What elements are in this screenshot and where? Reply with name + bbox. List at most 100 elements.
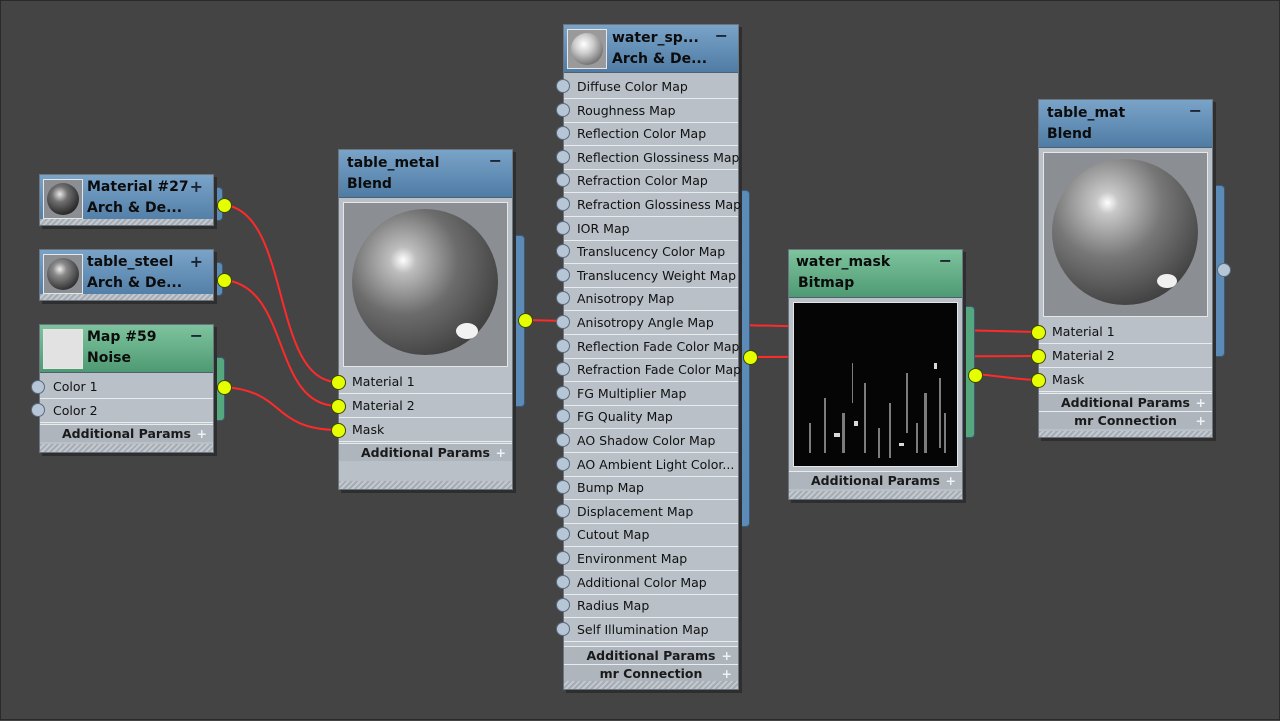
input-row[interactable]: Roughness Map bbox=[564, 99, 738, 123]
additional-params-rollout[interactable]: Additional Params + bbox=[1039, 393, 1212, 411]
input-socket[interactable] bbox=[556, 503, 570, 518]
node-material27[interactable]: Material #27 Arch & De... + bbox=[39, 174, 214, 226]
node-resize-handle[interactable] bbox=[40, 294, 213, 300]
input-row[interactable]: Refraction Color Map bbox=[564, 169, 738, 194]
node-water-sp[interactable]: water_sp... Arch & De... − Diffuse Color… bbox=[563, 24, 741, 690]
input-socket[interactable] bbox=[556, 551, 570, 565]
node-map59[interactable]: Map #59 Noise − Color 1 Color 2 Addition… bbox=[39, 324, 214, 453]
input-row-material-1[interactable]: Material 1 bbox=[339, 370, 512, 394]
input-socket-mask[interactable] bbox=[1031, 373, 1046, 388]
node-resize-handle[interactable] bbox=[40, 444, 213, 452]
input-row[interactable]: Reflection Fade Color Map bbox=[564, 335, 739, 359]
input-socket[interactable] bbox=[556, 267, 570, 282]
input-row[interactable]: Bump Map bbox=[564, 476, 738, 501]
node-resize-handle[interactable] bbox=[1039, 431, 1212, 437]
output-socket[interactable] bbox=[217, 198, 232, 213]
sphere-thumbnail bbox=[567, 29, 607, 69]
input-row[interactable]: FG Multiplier Map bbox=[564, 382, 738, 406]
input-socket[interactable] bbox=[556, 385, 570, 400]
input-row[interactable]: Environment Map bbox=[564, 547, 738, 571]
input-row[interactable]: Cutout Map bbox=[564, 523, 738, 548]
input-row[interactable]: Anisotropy Map bbox=[564, 287, 738, 312]
collapse-icon[interactable]: − bbox=[489, 153, 502, 169]
input-socket-color-1[interactable] bbox=[31, 380, 45, 394]
mr-connection-rollout[interactable]: mr Connection + bbox=[1039, 411, 1212, 429]
input-row-color-2[interactable]: Color 2 bbox=[40, 399, 213, 423]
input-socket[interactable] bbox=[556, 433, 570, 447]
input-row[interactable]: Anisotropy Angle Map bbox=[564, 311, 738, 335]
output-socket[interactable] bbox=[743, 350, 758, 365]
input-socket-material-1[interactable] bbox=[331, 375, 346, 390]
additional-params-rollout[interactable]: Additional Params + bbox=[339, 443, 512, 461]
output-socket[interactable] bbox=[217, 273, 232, 288]
input-row[interactable]: Translucency Weight Map bbox=[564, 264, 738, 288]
input-row[interactable]: Self Illumination Map bbox=[564, 618, 738, 642]
input-row[interactable]: Diffuse Color Map bbox=[564, 75, 738, 99]
node-title: table_steel bbox=[87, 254, 174, 270]
input-row[interactable]: Translucency Color Map bbox=[564, 240, 738, 265]
collapse-icon[interactable]: − bbox=[939, 253, 952, 269]
collapse-icon[interactable]: − bbox=[715, 28, 728, 44]
input-socket-material-2[interactable] bbox=[1031, 349, 1046, 364]
additional-params-rollout[interactable]: Additional Params + bbox=[789, 471, 962, 489]
input-row[interactable]: IOR Map bbox=[564, 217, 738, 241]
input-socket[interactable] bbox=[556, 338, 570, 353]
input-row-color-1[interactable]: Color 1 bbox=[40, 375, 213, 399]
collapse-icon[interactable]: − bbox=[190, 328, 203, 344]
output-socket[interactable] bbox=[518, 313, 533, 328]
node-resize-handle[interactable] bbox=[339, 481, 512, 489]
mr-connection-rollout[interactable]: mr Connection + bbox=[564, 664, 738, 682]
input-socket[interactable] bbox=[556, 456, 570, 471]
node-resize-handle[interactable] bbox=[564, 681, 738, 689]
node-table-metal[interactable]: table_metal Blend − Material 1 Material … bbox=[338, 149, 513, 490]
input-row[interactable]: Radius Map bbox=[564, 594, 738, 619]
bitmap-preview bbox=[793, 302, 958, 467]
input-row[interactable]: Refraction Glossiness Map bbox=[564, 193, 741, 217]
input-row[interactable]: FG Quality Map bbox=[564, 405, 738, 430]
input-socket[interactable] bbox=[556, 315, 570, 329]
input-socket[interactable] bbox=[556, 79, 570, 93]
input-row-mask[interactable]: Mask bbox=[339, 418, 512, 442]
input-socket-color-2[interactable] bbox=[31, 403, 45, 417]
node-resize-handle[interactable] bbox=[40, 219, 213, 225]
input-row[interactable]: AO Shadow Color Map bbox=[564, 429, 738, 453]
input-socket[interactable] bbox=[556, 220, 570, 235]
additional-params-rollout[interactable]: Additional Params + bbox=[40, 424, 213, 442]
input-socket[interactable] bbox=[556, 197, 570, 211]
additional-params-rollout[interactable]: Additional Params + bbox=[564, 646, 738, 664]
input-socket-mask[interactable] bbox=[331, 423, 346, 438]
input-row[interactable]: Refraction Fade Color Map bbox=[564, 358, 741, 383]
collapse-icon[interactable]: − bbox=[1189, 103, 1202, 119]
output-socket[interactable] bbox=[217, 380, 232, 395]
input-socket[interactable] bbox=[556, 574, 570, 589]
input-row-material-2[interactable]: Material 2 bbox=[339, 394, 512, 418]
expand-icon[interactable]: + bbox=[190, 179, 203, 195]
input-socket[interactable] bbox=[556, 621, 570, 636]
node-subtitle: Blend bbox=[347, 176, 392, 192]
input-row-material-1[interactable]: Material 1 bbox=[1039, 320, 1212, 344]
output-socket[interactable] bbox=[968, 368, 983, 383]
input-row-mask[interactable]: Mask bbox=[1039, 368, 1212, 392]
input-row-material-2[interactable]: Material 2 bbox=[1039, 344, 1212, 368]
input-row[interactable]: AO Ambient Light Color... bbox=[564, 453, 738, 477]
node-water-mask[interactable]: water_mask Bitmap − Additional Params + bbox=[788, 249, 963, 500]
expand-icon[interactable]: + bbox=[190, 254, 203, 270]
input-socket-material-2[interactable] bbox=[331, 399, 346, 414]
input-row[interactable]: Additional Color Map bbox=[564, 571, 738, 595]
node-table-mat[interactable]: table_mat Blend − Material 1 Material 2 … bbox=[1038, 99, 1213, 438]
input-socket-material-1[interactable] bbox=[1031, 325, 1046, 340]
input-row[interactable]: Displacement Map bbox=[564, 500, 738, 524]
sphere-thumbnail bbox=[43, 254, 83, 294]
node-title: water_mask bbox=[796, 254, 891, 270]
input-socket[interactable] bbox=[556, 149, 570, 164]
input-socket[interactable] bbox=[556, 102, 570, 117]
node-resize-handle[interactable] bbox=[789, 491, 962, 499]
wire-map59-to-table-metal-mask bbox=[223, 386, 338, 431]
node-editor-canvas[interactable]: Material #27 Arch & De... + table_steel … bbox=[0, 0, 1280, 720]
node-table-steel[interactable]: table_steel Arch & De... + bbox=[39, 249, 214, 301]
input-row[interactable]: Reflection Color Map bbox=[564, 122, 738, 147]
expand-icon: + bbox=[1195, 395, 1206, 410]
input-row[interactable]: Reflection Glossiness Map bbox=[564, 146, 739, 170]
node-title: table_mat bbox=[1047, 105, 1126, 121]
output-socket[interactable] bbox=[1217, 263, 1231, 277]
